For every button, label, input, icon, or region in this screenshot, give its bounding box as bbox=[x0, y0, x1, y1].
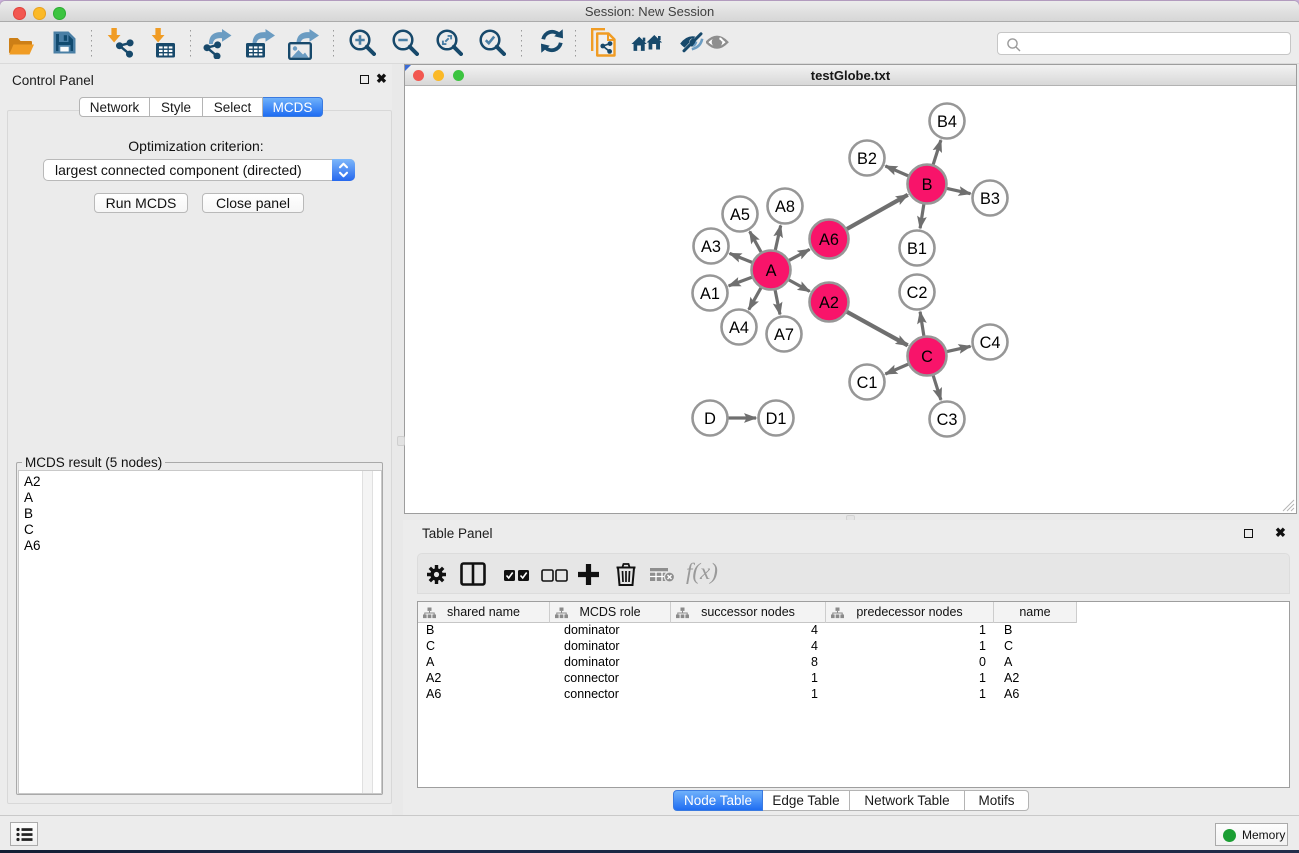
svg-text:B2: B2 bbox=[857, 150, 877, 168]
svg-text:C3: C3 bbox=[937, 411, 958, 429]
svg-text:A: A bbox=[766, 262, 777, 280]
svg-text:C2: C2 bbox=[907, 284, 928, 302]
svg-text:A4: A4 bbox=[729, 319, 749, 337]
svg-text:B1: B1 bbox=[907, 240, 927, 258]
svg-text:A1: A1 bbox=[700, 285, 720, 303]
svg-text:B3: B3 bbox=[980, 190, 1000, 208]
svg-text:A5: A5 bbox=[730, 206, 750, 224]
svg-text:A7: A7 bbox=[774, 326, 794, 344]
svg-text:D: D bbox=[704, 410, 716, 428]
svg-text:A3: A3 bbox=[701, 238, 721, 256]
svg-text:C1: C1 bbox=[857, 374, 878, 392]
svg-text:A2: A2 bbox=[819, 294, 839, 312]
svg-text:B: B bbox=[922, 176, 933, 194]
svg-text:C: C bbox=[921, 348, 933, 366]
svg-text:D1: D1 bbox=[766, 410, 787, 428]
svg-text:A8: A8 bbox=[775, 198, 795, 216]
svg-text:B4: B4 bbox=[937, 113, 957, 131]
svg-text:C4: C4 bbox=[980, 334, 1001, 352]
svg-text:A6: A6 bbox=[819, 231, 839, 249]
